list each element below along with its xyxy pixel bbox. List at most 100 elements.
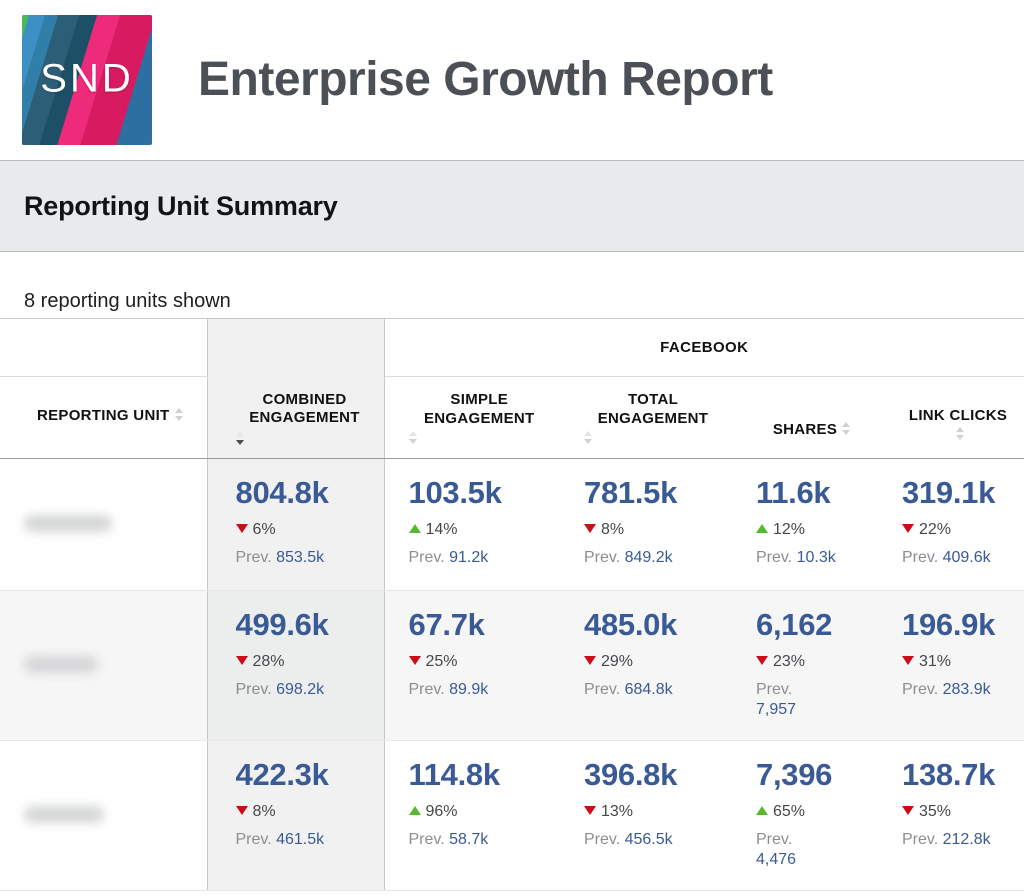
sort-icon-reporting-unit[interactable] <box>174 408 184 422</box>
metric-delta: 8% <box>235 803 374 821</box>
metric-previous: Prev. 58.7k <box>409 830 551 850</box>
prev-value: 456.5k <box>624 831 673 849</box>
sort-icon-shares[interactable] <box>842 422 851 436</box>
column-header-reporting-unit[interactable]: REPORTING UNIT <box>0 376 207 459</box>
metric-value: 138.7k <box>902 757 996 793</box>
group-header-row: FACEBOOK <box>0 318 1024 377</box>
column-header-link-clicks[interactable]: LINK CLICKS <box>878 376 1024 459</box>
table-head: FACEBOOK REPORTING UNIT COMBINED ENGAGEM… <box>0 318 1024 459</box>
prev-value: 58.7k <box>449 831 489 849</box>
metric-delta-text: 65% <box>773 802 806 820</box>
metric-delta-text: 22% <box>919 520 952 538</box>
prev-label: Prev. <box>408 549 445 567</box>
trend-up-icon <box>408 523 421 533</box>
metric-value: 396.8k <box>584 757 678 793</box>
prev-label: Prev. <box>756 681 793 699</box>
snd-logo-icon: SND <box>22 15 152 145</box>
metric-previous: Prev. 91.2k <box>409 548 551 568</box>
cell-total-engagement: 396.8k 13% Prev. 456.5k <box>560 740 732 892</box>
section-title: Reporting Unit Summary <box>24 190 338 221</box>
metric-delta-text: 6% <box>252 520 276 538</box>
sort-icon-combined-engagement-desc[interactable] <box>235 432 245 446</box>
prev-label: Prev. <box>902 681 939 699</box>
metric-delta: 65% <box>756 803 868 821</box>
metric-delta: 31% <box>902 653 1014 671</box>
prev-label: Prev. <box>235 681 272 699</box>
metric-value: 804.8k <box>235 475 329 510</box>
column-header-link-clicks-label: LINK CLICKS <box>908 407 1008 424</box>
metrics-table: FACEBOOK REPORTING UNIT COMBINED ENGAGEM… <box>0 318 1024 892</box>
metric-previous: Prev. 461.5k <box>236 830 374 850</box>
metric-previous: Prev. 684.8k <box>584 680 722 700</box>
cell-reporting-unit[interactable] <box>0 458 207 591</box>
metric-delta: 28% <box>235 652 374 671</box>
metric-value: 103.5k <box>408 475 502 510</box>
column-header-row: REPORTING UNIT COMBINED ENGAGEMENT SIMPL… <box>0 376 1024 459</box>
metric-delta: 35% <box>902 803 1014 821</box>
metric-value: 499.6k <box>235 607 329 642</box>
metric-delta-text: 25% <box>425 652 458 670</box>
metric-delta: 12% <box>756 521 868 539</box>
metric-value: 485.0k <box>584 607 678 642</box>
metric-delta-text: 28% <box>252 652 285 670</box>
cell-total-engagement: 781.5k 8% Prev. 849.2k <box>560 458 732 591</box>
metric-previous: Prev. 409.6k <box>902 548 1014 568</box>
sort-icon-simple-engagement[interactable] <box>408 430 418 445</box>
metric-value: 67.7k <box>408 607 485 642</box>
trend-down-icon <box>902 655 914 665</box>
metric-delta-text: 96% <box>425 802 458 820</box>
units-count-caption: 8 reporting units shown <box>24 290 231 312</box>
metric-delta: 29% <box>584 653 722 671</box>
group-header-spacer-combined <box>206 318 385 377</box>
prev-value: 10.3k <box>796 549 836 567</box>
sort-icon-total-engagement[interactable] <box>584 430 593 445</box>
trend-down-icon <box>408 655 421 665</box>
section-header-band: Reporting Unit Summary <box>0 160 1024 252</box>
metric-previous: Prev. 89.9k <box>409 680 551 700</box>
prev-value: 4,476 <box>756 851 797 869</box>
metric-delta-text: 23% <box>773 652 806 670</box>
metric-value: 6,162 <box>756 607 833 642</box>
report-header: SND Enterprise Growth Report <box>0 0 1024 160</box>
prev-value: 409.6k <box>942 549 991 567</box>
cell-combined-engagement: 804.8k 6% Prev. 853.5k <box>206 458 385 591</box>
cell-reporting-unit[interactable] <box>0 590 207 742</box>
prev-value: 7,957 <box>756 701 797 719</box>
metric-previous: Prev. 698.2k <box>236 680 374 700</box>
prev-label: Prev. <box>235 549 272 567</box>
table-row: 499.6k 28% Prev. 698.2k 67.7k 25% Prev. … <box>0 590 1024 742</box>
trend-up-icon <box>756 523 768 533</box>
metric-delta-text: 29% <box>601 652 634 670</box>
cell-reporting-unit[interactable] <box>0 740 207 892</box>
prev-label: Prev. <box>584 681 621 699</box>
metric-previous: Prev. 853.5k <box>236 548 374 568</box>
group-header-facebook: FACEBOOK <box>384 318 1024 377</box>
prev-value: 212.8k <box>942 831 991 849</box>
redacted-unit-name <box>24 515 112 532</box>
metric-previous: Prev. 4,476 <box>756 830 868 870</box>
page-title: Enterprise Growth Report <box>198 53 773 106</box>
trend-down-icon <box>584 655 596 665</box>
prev-value: 849.2k <box>624 549 673 567</box>
prev-label: Prev. <box>756 831 793 849</box>
column-header-combined-engagement-label: COMBINED ENGAGEMENT <box>249 390 360 427</box>
metric-previous: Prev. 849.2k <box>584 548 722 568</box>
sort-icon-link-clicks[interactable] <box>956 426 965 441</box>
metric-delta: 96% <box>408 802 551 821</box>
metric-delta: 6% <box>235 520 374 539</box>
metric-delta-text: 31% <box>919 652 952 670</box>
trend-down-icon <box>756 655 768 665</box>
column-header-shares[interactable]: SHARES <box>732 376 878 459</box>
metric-value: 114.8k <box>408 757 501 793</box>
column-header-simple-engagement[interactable]: SIMPLE ENGAGEMENT <box>384 376 560 459</box>
column-header-combined-engagement[interactable]: COMBINED ENGAGEMENT <box>206 376 385 459</box>
cell-shares: 7,396 65% Prev. 4,476 <box>732 740 878 892</box>
trend-down-icon <box>902 523 914 533</box>
metric-delta-text: 8% <box>601 520 625 538</box>
prev-value: 89.9k <box>449 681 489 699</box>
column-header-total-engagement[interactable]: TOTAL ENGAGEMENT <box>560 376 732 459</box>
metric-delta: 25% <box>408 652 551 671</box>
prev-label: Prev. <box>408 831 445 849</box>
metric-delta: 13% <box>584 803 722 821</box>
cell-combined-engagement: 422.3k 8% Prev. 461.5k <box>206 740 385 892</box>
